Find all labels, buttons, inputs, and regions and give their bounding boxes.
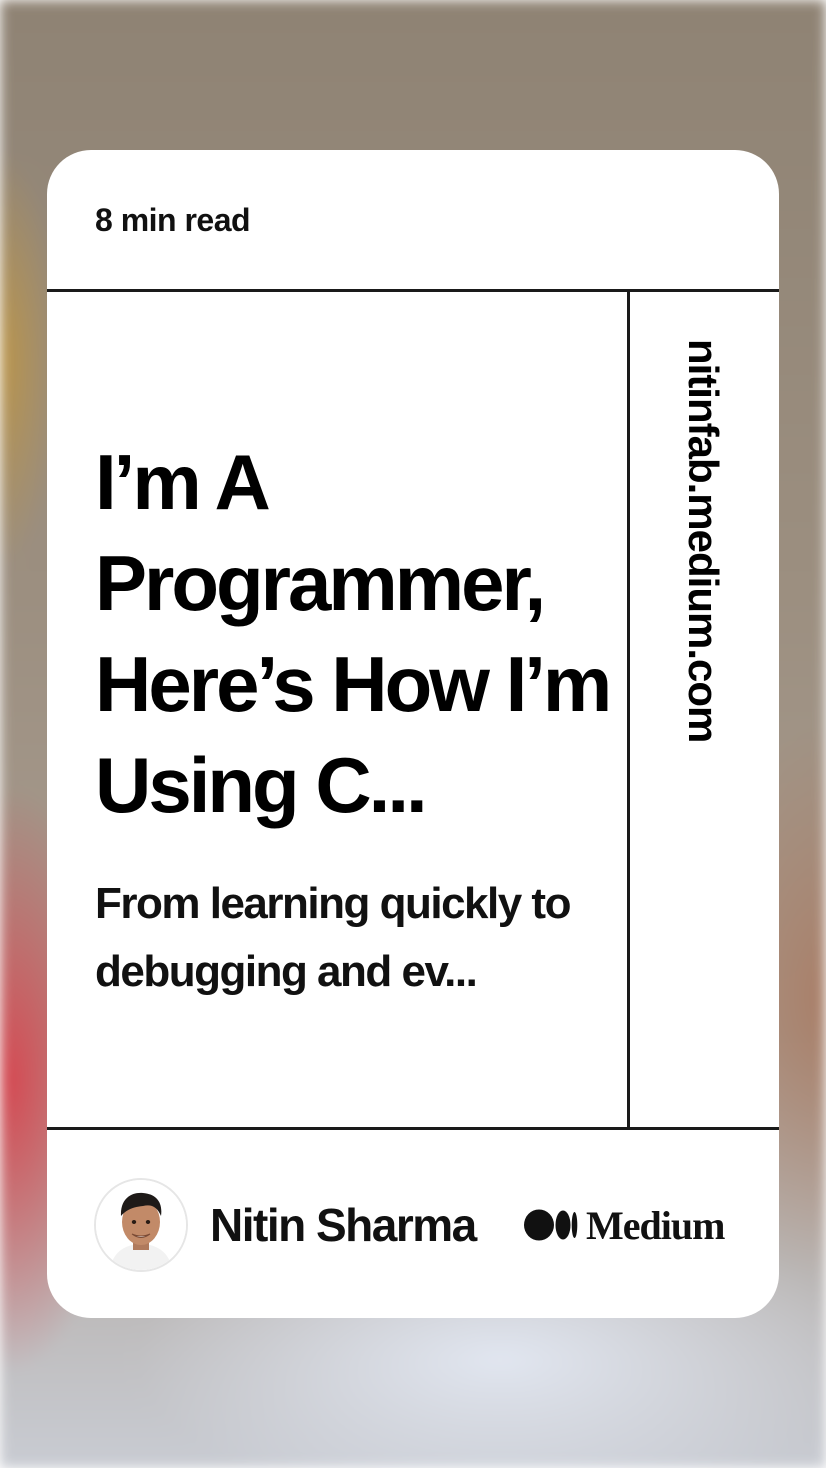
top-divider <box>47 289 779 292</box>
author-avatar <box>94 1178 188 1272</box>
story-title: I’m A Programmer, Here’s How I’m Using C… <box>95 438 612 829</box>
publication-domain: nitinfab.medium.com <box>680 339 727 743</box>
bottom-divider <box>47 1127 779 1130</box>
story-card[interactable]: 8 min read I’m A Programmer, Here’s How … <box>47 150 779 1318</box>
story-subtitle: From learning quickly to debugging and e… <box>95 879 571 996</box>
medium-wordmark: Medium <box>586 1202 725 1248</box>
medium-brand[interactable]: Medium <box>524 1203 725 1248</box>
author-name[interactable]: Nitin Sharma <box>210 1198 477 1252</box>
vertical-divider <box>627 289 630 1130</box>
read-time: 8 min read <box>95 202 251 238</box>
medium-logo-icon <box>524 1209 578 1241</box>
author-photo <box>96 1180 186 1270</box>
